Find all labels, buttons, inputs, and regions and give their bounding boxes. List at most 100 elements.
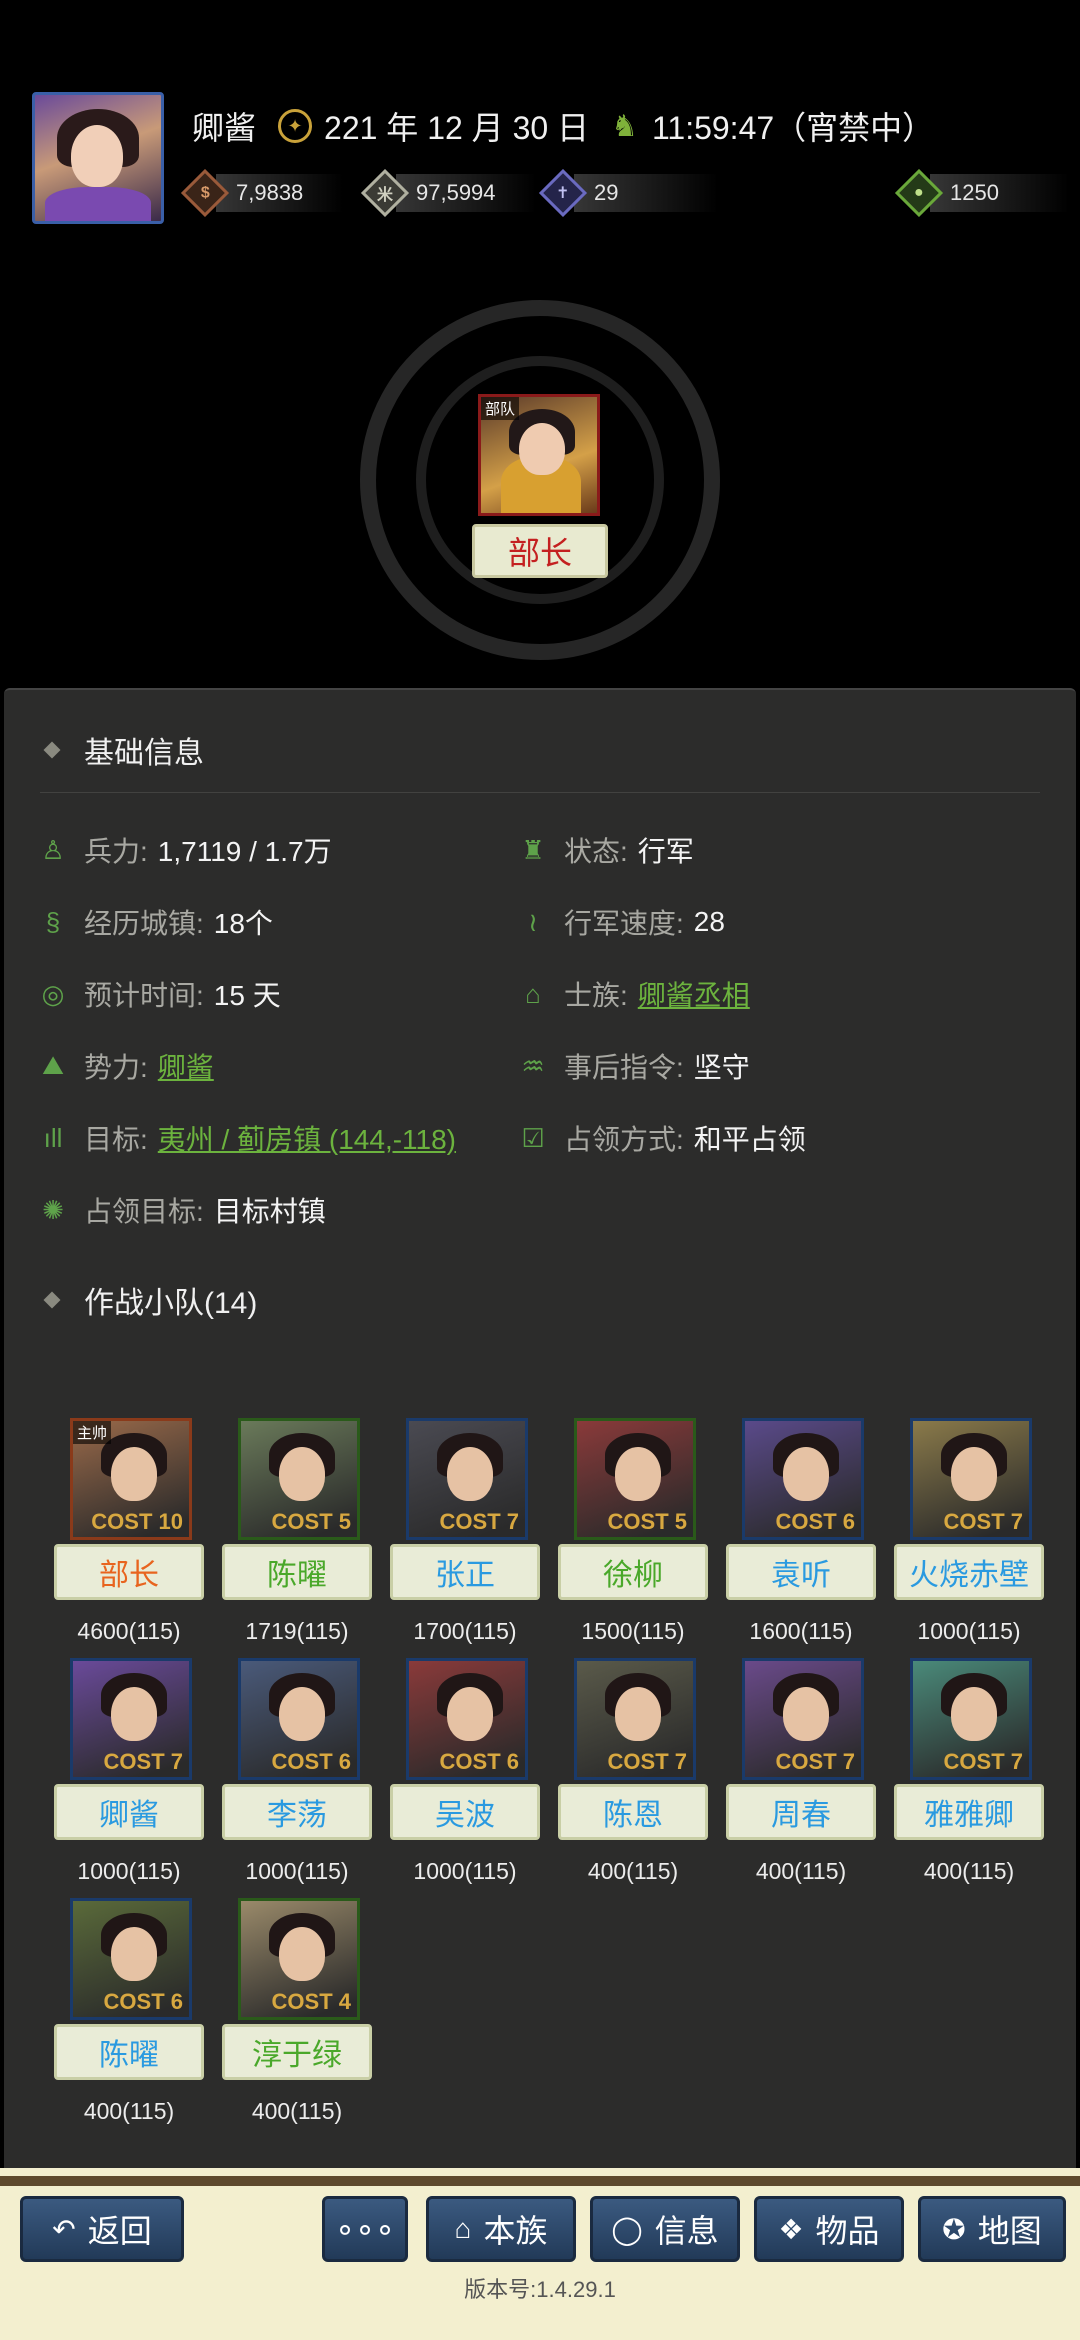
diamond-bullet-icon [43,1291,61,1309]
member-portrait[interactable]: COST 4 [238,1898,360,2020]
member-portrait[interactable]: COST 7 [70,1658,192,1780]
squad-member-card[interactable]: COST 5 陈曜 1719(115) [222,1418,372,1658]
member-name-button[interactable]: 陈曜 [54,2024,204,2080]
info-status: ♜ 状态: 行军 [518,830,693,870]
member-cost: COST 10 [91,1509,183,1534]
horse-icon: ♞ [611,109,638,143]
member-name-button[interactable]: 张正 [390,1544,540,1600]
portrait-face [615,1447,661,1501]
clan-button[interactable]: ⌂ 本族 [426,2196,576,2262]
member-name-button[interactable]: 部长 [54,1544,204,1600]
member-troops: 1719(115) [245,1618,349,1644]
player-avatar[interactable] [32,92,164,224]
squad-member-card[interactable]: COST 5 徐柳 1500(115) [558,1418,708,1658]
info-button[interactable]: ◯ 信息 [590,2196,740,2262]
squad-member-card[interactable]: COST 4 淳于绿 400(115) [222,1898,372,2138]
member-portrait[interactable]: COST 7 [574,1658,696,1780]
items-icon: ❖ [778,2213,804,2245]
info-clan: ⌂ 士族: 卿酱丞相 [518,974,750,1014]
squad-member-card[interactable]: COST 7 张正 1700(115) [390,1418,540,1658]
speed-icon: ≀ [528,906,538,937]
more-button[interactable]: ∘∘∘ [322,2196,408,2262]
member-portrait[interactable]: COST 6 [742,1418,864,1540]
member-portrait[interactable]: COST 10 主帅 [70,1418,192,1540]
member-cost: COST 7 [607,1749,687,1774]
squad-member-card[interactable]: COST 7 卿酱 1000(115) [54,1658,204,1898]
items-button[interactable]: ❖ 物品 [754,2196,904,2262]
member-portrait[interactable]: COST 6 [406,1658,528,1780]
member-cost: COST 6 [439,1749,519,1774]
member-name-button[interactable]: 陈曜 [222,1544,372,1600]
member-troops: 1500(115) [581,1618,685,1644]
map-button[interactable]: ✪ 地图 [918,2196,1066,2262]
member-name-button[interactable]: 徐柳 [558,1544,708,1600]
member-name-button[interactable]: 周春 [726,1784,876,1840]
diamond-bullet-icon [43,741,61,759]
member-name-button[interactable]: 淳于绿 [222,2024,372,2080]
member-name-button[interactable]: 李荡 [222,1784,372,1840]
member-troops: 1700(115) [413,1618,517,1644]
member-cost: COST 7 [775,1749,855,1774]
info-eta: ◎ 预计时间: 15 天 [38,974,281,1014]
resource-coins[interactable]: $ 7,9838 [180,168,344,218]
member-name-button[interactable]: 吴波 [390,1784,540,1840]
squad-member-card[interactable]: COST 7 周春 400(115) [726,1658,876,1898]
portrait-face [111,1687,157,1741]
squad-member-card[interactable]: COST 6 袁听 1600(115) [726,1418,876,1658]
member-cost: COST 6 [271,1749,351,1774]
status-icon: ♜ [521,834,545,865]
back-button[interactable]: ↶ 返回 [20,2196,184,2262]
member-portrait[interactable]: COST 6 [238,1658,360,1780]
player-name: 卿酱 [192,110,257,146]
basic-info-title: 基础信息 [43,728,204,772]
resource-money[interactable]: ● 1250 [894,168,1069,218]
member-portrait[interactable]: COST 6 [70,1898,192,2020]
squad-member-card[interactable]: COST 6 吴波 1000(115) [390,1658,540,1898]
info-after-order: ♒ 事后指令: 坚守 [518,1046,749,1086]
info-speed: ≀ 行军速度: 28 [518,902,725,942]
squad-member-card[interactable]: COST 6 陈曜 400(115) [54,1898,204,2138]
portrait-face [783,1447,829,1501]
portrait-face [447,1447,493,1501]
member-troops: 1600(115) [749,1618,853,1644]
member-portrait[interactable]: COST 5 [574,1418,696,1540]
info-target: ıll 目标: 夷州 / 蓟房镇 (144,-118) [38,1118,456,1158]
portrait-face [279,1687,325,1741]
grass-icon: ıll [43,1122,63,1153]
leader-portrait[interactable]: 部队 [478,394,600,516]
member-cost: COST 7 [943,1509,1023,1534]
target-link[interactable]: 夷州 / 蓟房镇 (144,-118) [158,1118,456,1158]
clan-icon: ⌂ [525,978,541,1009]
info-faction: ⛰ 势力: 卿酱 [38,1046,214,1086]
squad-member-card[interactable]: COST 7 陈恩 400(115) [558,1658,708,1898]
squad-member-card[interactable]: COST 7 雅雅卿 400(115) [894,1658,1044,1898]
squad-member-card[interactable]: COST 6 李荡 1000(115) [222,1658,372,1898]
resource-people[interactable]: ✝ 29 [538,168,719,218]
member-portrait[interactable]: COST 7 [406,1418,528,1540]
member-portrait[interactable]: COST 7 [910,1418,1032,1540]
member-portrait[interactable]: COST 7 [910,1658,1032,1780]
member-name-button[interactable]: 袁听 [726,1544,876,1600]
member-name-button[interactable]: 卿酱 [54,1784,204,1840]
member-portrait[interactable]: COST 5 [238,1418,360,1540]
squad-title: 作战小队(14) [43,1278,257,1322]
member-troops: 400(115) [587,1858,679,1884]
compass-icon: ✪ [942,2213,966,2245]
member-name-button[interactable]: 陈恩 [558,1784,708,1840]
header-line: 卿酱 ✦ 221 年 12 月 30 日 ♞ 11:59:47（宵禁中） [192,102,934,150]
member-name-button[interactable]: 雅雅卿 [894,1784,1044,1840]
member-portrait[interactable]: COST 7 [742,1658,864,1780]
squad-member-card[interactable]: COST 10 主帅 部长 4600(115) [54,1418,204,1658]
clock-icon: ◎ [41,978,65,1009]
member-name-button[interactable]: 火烧赤壁 [894,1544,1044,1600]
member-cost: COST 4 [271,1989,351,2014]
leader-name-button[interactable]: 部长 [472,524,608,578]
mountain-icon: ⛰ [42,1050,64,1080]
checkbox-icon: ☑ [521,1122,545,1153]
resource-grain[interactable]: 米 97,5994 [360,168,536,218]
clan-link[interactable]: 卿酱丞相 [638,974,750,1014]
member-troops: 400(115) [251,2098,343,2124]
squad-member-card[interactable]: COST 7 火烧赤壁 1000(115) [894,1418,1044,1658]
leader-tag: 部队 [481,397,520,420]
faction-link[interactable]: 卿酱 [158,1046,214,1086]
